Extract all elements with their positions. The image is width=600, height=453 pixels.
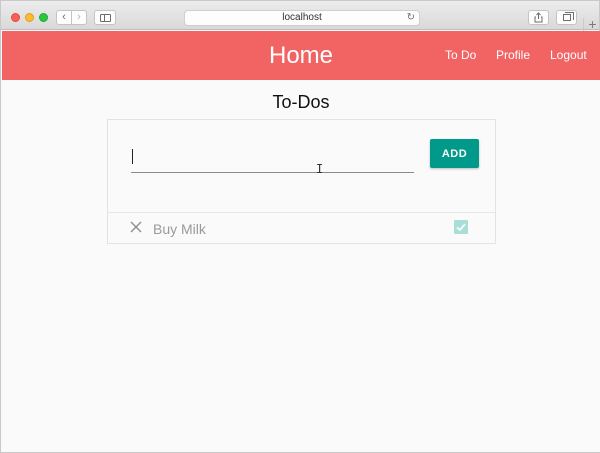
todo-input-wrapper: I (131, 144, 414, 176)
sidebar-toggle-button[interactable] (94, 10, 116, 25)
delete-icon[interactable] (129, 220, 143, 234)
todo-complete-checkbox[interactable] (454, 220, 468, 234)
new-tab-button[interactable]: + (583, 17, 600, 31)
nav-link-profile[interactable]: Profile (496, 48, 530, 62)
todo-item: Buy Milk (108, 213, 495, 244)
nav-link-todo[interactable]: To Do (445, 48, 476, 62)
sidebar-icon (99, 14, 111, 22)
add-button[interactable]: ADD (430, 139, 479, 168)
address-bar-url: localhost (282, 12, 322, 23)
nav-link-logout[interactable]: Logout (550, 48, 587, 62)
text-cursor-icon: I (316, 162, 324, 176)
back-button[interactable]: ‹ (56, 10, 72, 25)
minimize-window-button[interactable] (25, 13, 34, 22)
todo-item-label: Buy Milk (153, 221, 206, 237)
share-icon (534, 12, 543, 23)
reload-icon[interactable]: ↻ (407, 11, 415, 25)
text-caret (132, 149, 133, 164)
chevron-right-icon: › (77, 11, 81, 23)
checkmark-icon (456, 223, 466, 232)
forward-button[interactable]: › (71, 10, 87, 25)
close-window-button[interactable] (11, 13, 20, 22)
browser-toolbar: ‹ › localhost ↻ + (1, 1, 600, 31)
zoom-window-button[interactable] (39, 13, 48, 22)
todos-heading: To-Dos (272, 92, 330, 112)
todo-card: I ADD Buy Milk (107, 119, 496, 244)
tab-overview-button[interactable] (556, 10, 577, 25)
page-content: Home To Do Profile Logout To-Dos I ADD B… (2, 31, 600, 452)
app-header: Home To Do Profile Logout (2, 31, 600, 80)
todo-input[interactable] (131, 144, 414, 172)
chevron-left-icon: ‹ (62, 11, 66, 23)
share-button[interactable] (528, 10, 549, 25)
browser-window: ‹ › localhost ↻ + Home To Do Profile Log… (0, 0, 600, 453)
tabs-icon (562, 12, 574, 21)
address-bar[interactable]: localhost ↻ (184, 10, 420, 26)
